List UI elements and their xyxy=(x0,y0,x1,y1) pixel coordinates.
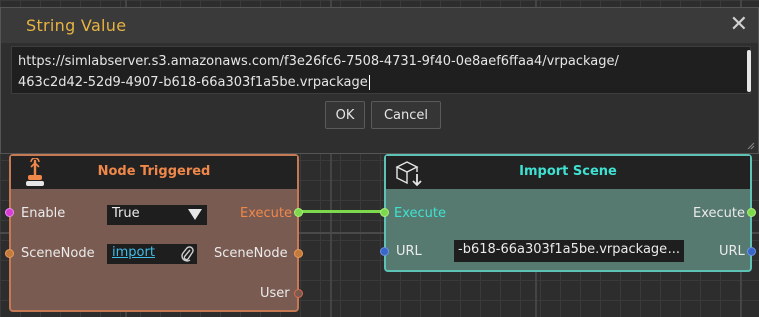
url-input-label: URL xyxy=(396,244,422,259)
resize-grip-icon[interactable] xyxy=(747,142,755,150)
text-caret xyxy=(368,75,370,90)
dropdown-arrow-icon xyxy=(188,209,202,220)
cancel-button[interactable]: Cancel xyxy=(371,101,441,129)
execute-output-label: Execute xyxy=(693,206,745,221)
url-output-label: URL xyxy=(719,244,745,259)
scenenode-input-port[interactable] xyxy=(5,249,14,258)
import-scene-node[interactable]: Import Scene Execute URL -b618-66a303f1a… xyxy=(380,154,756,272)
enable-input-port[interactable] xyxy=(5,208,14,217)
node-header[interactable]: Import Scene xyxy=(386,156,750,189)
node-header[interactable]: Node Triggered xyxy=(11,156,297,189)
execute-output-label: Execute xyxy=(240,206,292,221)
string-value-dialog: String Value ✕ https://simlabserver.s3.a… xyxy=(0,7,759,154)
url-output-port[interactable] xyxy=(747,247,756,256)
text-line-1: https://simlabserver.s3.amazonaws.com/f3… xyxy=(18,54,619,69)
string-value-textarea[interactable]: https://simlabserver.s3.amazonaws.com/f3… xyxy=(11,46,751,94)
user-output-label: User xyxy=(260,286,290,301)
enable-label: Enable xyxy=(21,206,66,221)
execute-input-port[interactable] xyxy=(380,208,389,217)
scenenode-input-label: SceneNode xyxy=(21,246,95,261)
node-title: Import Scene xyxy=(519,164,617,179)
text-line-2: 463c2d42-52d9-4907-b618-66a303f1a5be.vrp… xyxy=(18,72,744,93)
user-output-port[interactable] xyxy=(294,289,303,298)
textarea-scrollbar[interactable] xyxy=(747,50,751,92)
ok-button[interactable]: OK xyxy=(325,101,365,129)
url-value: -b618-66a303f1a5be.vrpackage xyxy=(458,242,668,257)
close-icon[interactable]: ✕ xyxy=(730,12,748,37)
dialog-header[interactable]: String Value ✕ xyxy=(1,8,758,43)
scenenode-value-field[interactable]: import xyxy=(107,244,197,264)
execute-output-port[interactable] xyxy=(747,208,756,217)
scenenode-link[interactable]: import xyxy=(112,245,155,260)
paperclip-icon[interactable] xyxy=(180,246,194,262)
execute-output-port[interactable] xyxy=(294,208,303,217)
more-button[interactable]: ... xyxy=(668,242,680,257)
url-value-field[interactable]: -b618-66a303f1a5be.vrpackage ... xyxy=(454,240,684,262)
url-input-port[interactable] xyxy=(380,247,389,256)
enable-select-value: True xyxy=(112,206,140,221)
execute-connection-wire[interactable] xyxy=(297,210,385,213)
node-triggered-node[interactable]: Node Triggered Enable True SceneNode imp… xyxy=(5,154,303,312)
enable-select[interactable]: True xyxy=(107,205,207,225)
scenenode-output-label: SceneNode xyxy=(214,246,288,261)
text-line-2-content: 463c2d42-52d9-4907-b618-66a303f1a5be.vrp… xyxy=(18,75,368,90)
node-title: Node Triggered xyxy=(97,164,211,179)
dialog-title: String Value xyxy=(26,16,127,35)
execute-input-label: Execute xyxy=(394,206,446,221)
scenenode-output-port[interactable] xyxy=(294,249,303,258)
